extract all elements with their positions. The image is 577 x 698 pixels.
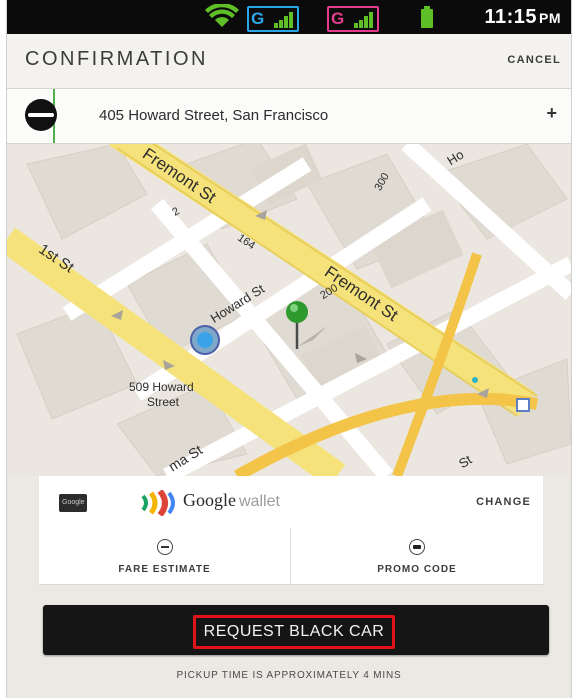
place-label-line1: 509 Howard — [129, 380, 194, 394]
page-title: CONFIRMATION — [25, 48, 208, 70]
signal-icon: G — [327, 6, 379, 32]
fare-estimate-icon — [156, 539, 173, 555]
battery-icon — [421, 6, 433, 28]
promo-code-label: PROMO CODE — [377, 564, 457, 575]
app-screen: G G 11:15 PM CONFIRMATION CANCEL 405 Howa… — [6, 0, 572, 698]
provider-suffix: wallet — [239, 493, 280, 510]
request-button-label: REQUEST BLACK CAR — [193, 615, 395, 649]
pickup-address-bar[interactable]: 405 Howard Street, San Francisco + — [7, 89, 571, 144]
fare-estimate-button[interactable]: FARE ESTIMATE — [39, 528, 291, 584]
pickup-address-text: 405 Howard Street, San Francisco — [99, 107, 329, 124]
wifi-icon — [205, 4, 239, 27]
request-black-car-button[interactable]: REQUEST BLACK CAR — [43, 605, 549, 655]
header-bar: CONFIRMATION CANCEL — [7, 34, 571, 89]
card-icon: Google — [59, 494, 87, 512]
payment-provider-text: Google wallet — [183, 490, 280, 511]
signal-icon: G — [247, 6, 299, 32]
pickup-time-text: PICKUP TIME IS APPROXIMATELY 4 MINS — [176, 670, 402, 681]
fare-estimate-label: FARE ESTIMATE — [118, 564, 211, 575]
card-icon-text: Google — [62, 499, 85, 506]
cancel-button[interactable]: CANCEL — [507, 54, 561, 66]
status-bar: G G 11:15 PM — [7, 0, 571, 34]
change-payment-button[interactable]: CHANGE — [476, 496, 531, 508]
promo-code-icon — [409, 539, 425, 555]
map-graphic — [7, 144, 571, 476]
add-destination-button[interactable]: + — [546, 103, 557, 124]
car-icon — [25, 99, 57, 131]
place-label-line2: Street — [147, 395, 180, 409]
payment-method-row[interactable]: Google Google wallet CHANGE — [39, 476, 543, 529]
map-view[interactable]: Fremont St Fremont St 1st St Howard St 5… — [7, 144, 571, 476]
ride-options: FARE ESTIMATE PROMO CODE — [39, 528, 543, 585]
clock-ampm: PM — [539, 10, 561, 26]
promo-code-button[interactable]: PROMO CODE — [291, 528, 543, 584]
clock-time: 11:15 — [484, 6, 537, 28]
status-clock: 11:15 PM — [484, 6, 561, 29]
google-wallet-icon — [141, 490, 175, 516]
provider-name: Google — [183, 490, 236, 510]
